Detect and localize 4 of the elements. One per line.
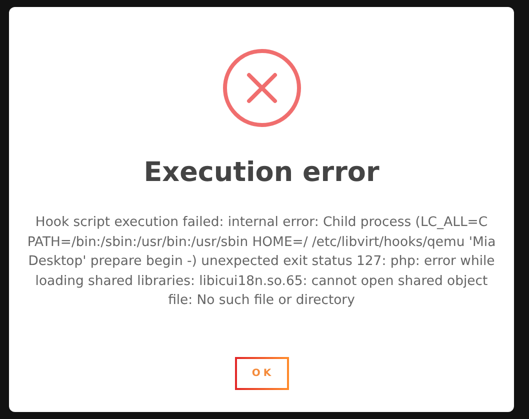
error-icon <box>222 48 302 128</box>
error-message: Hook script execution failed: internal error: Child process (LC_ALL=C PATH=/bin:/sbin:/usr/bin:/usr/sbin HOME=/ /etc/libvirt/hooks/qemu 'Mia Desktop' prepare begin -) unexpected exit status 127: php: error while loading shared libraries: libicui18n.so.65: cannot open shared object file: No such file or directory <box>26 214 497 310</box>
ok-button[interactable]: OK <box>234 356 288 390</box>
dialog-title: Execution error <box>144 157 380 189</box>
